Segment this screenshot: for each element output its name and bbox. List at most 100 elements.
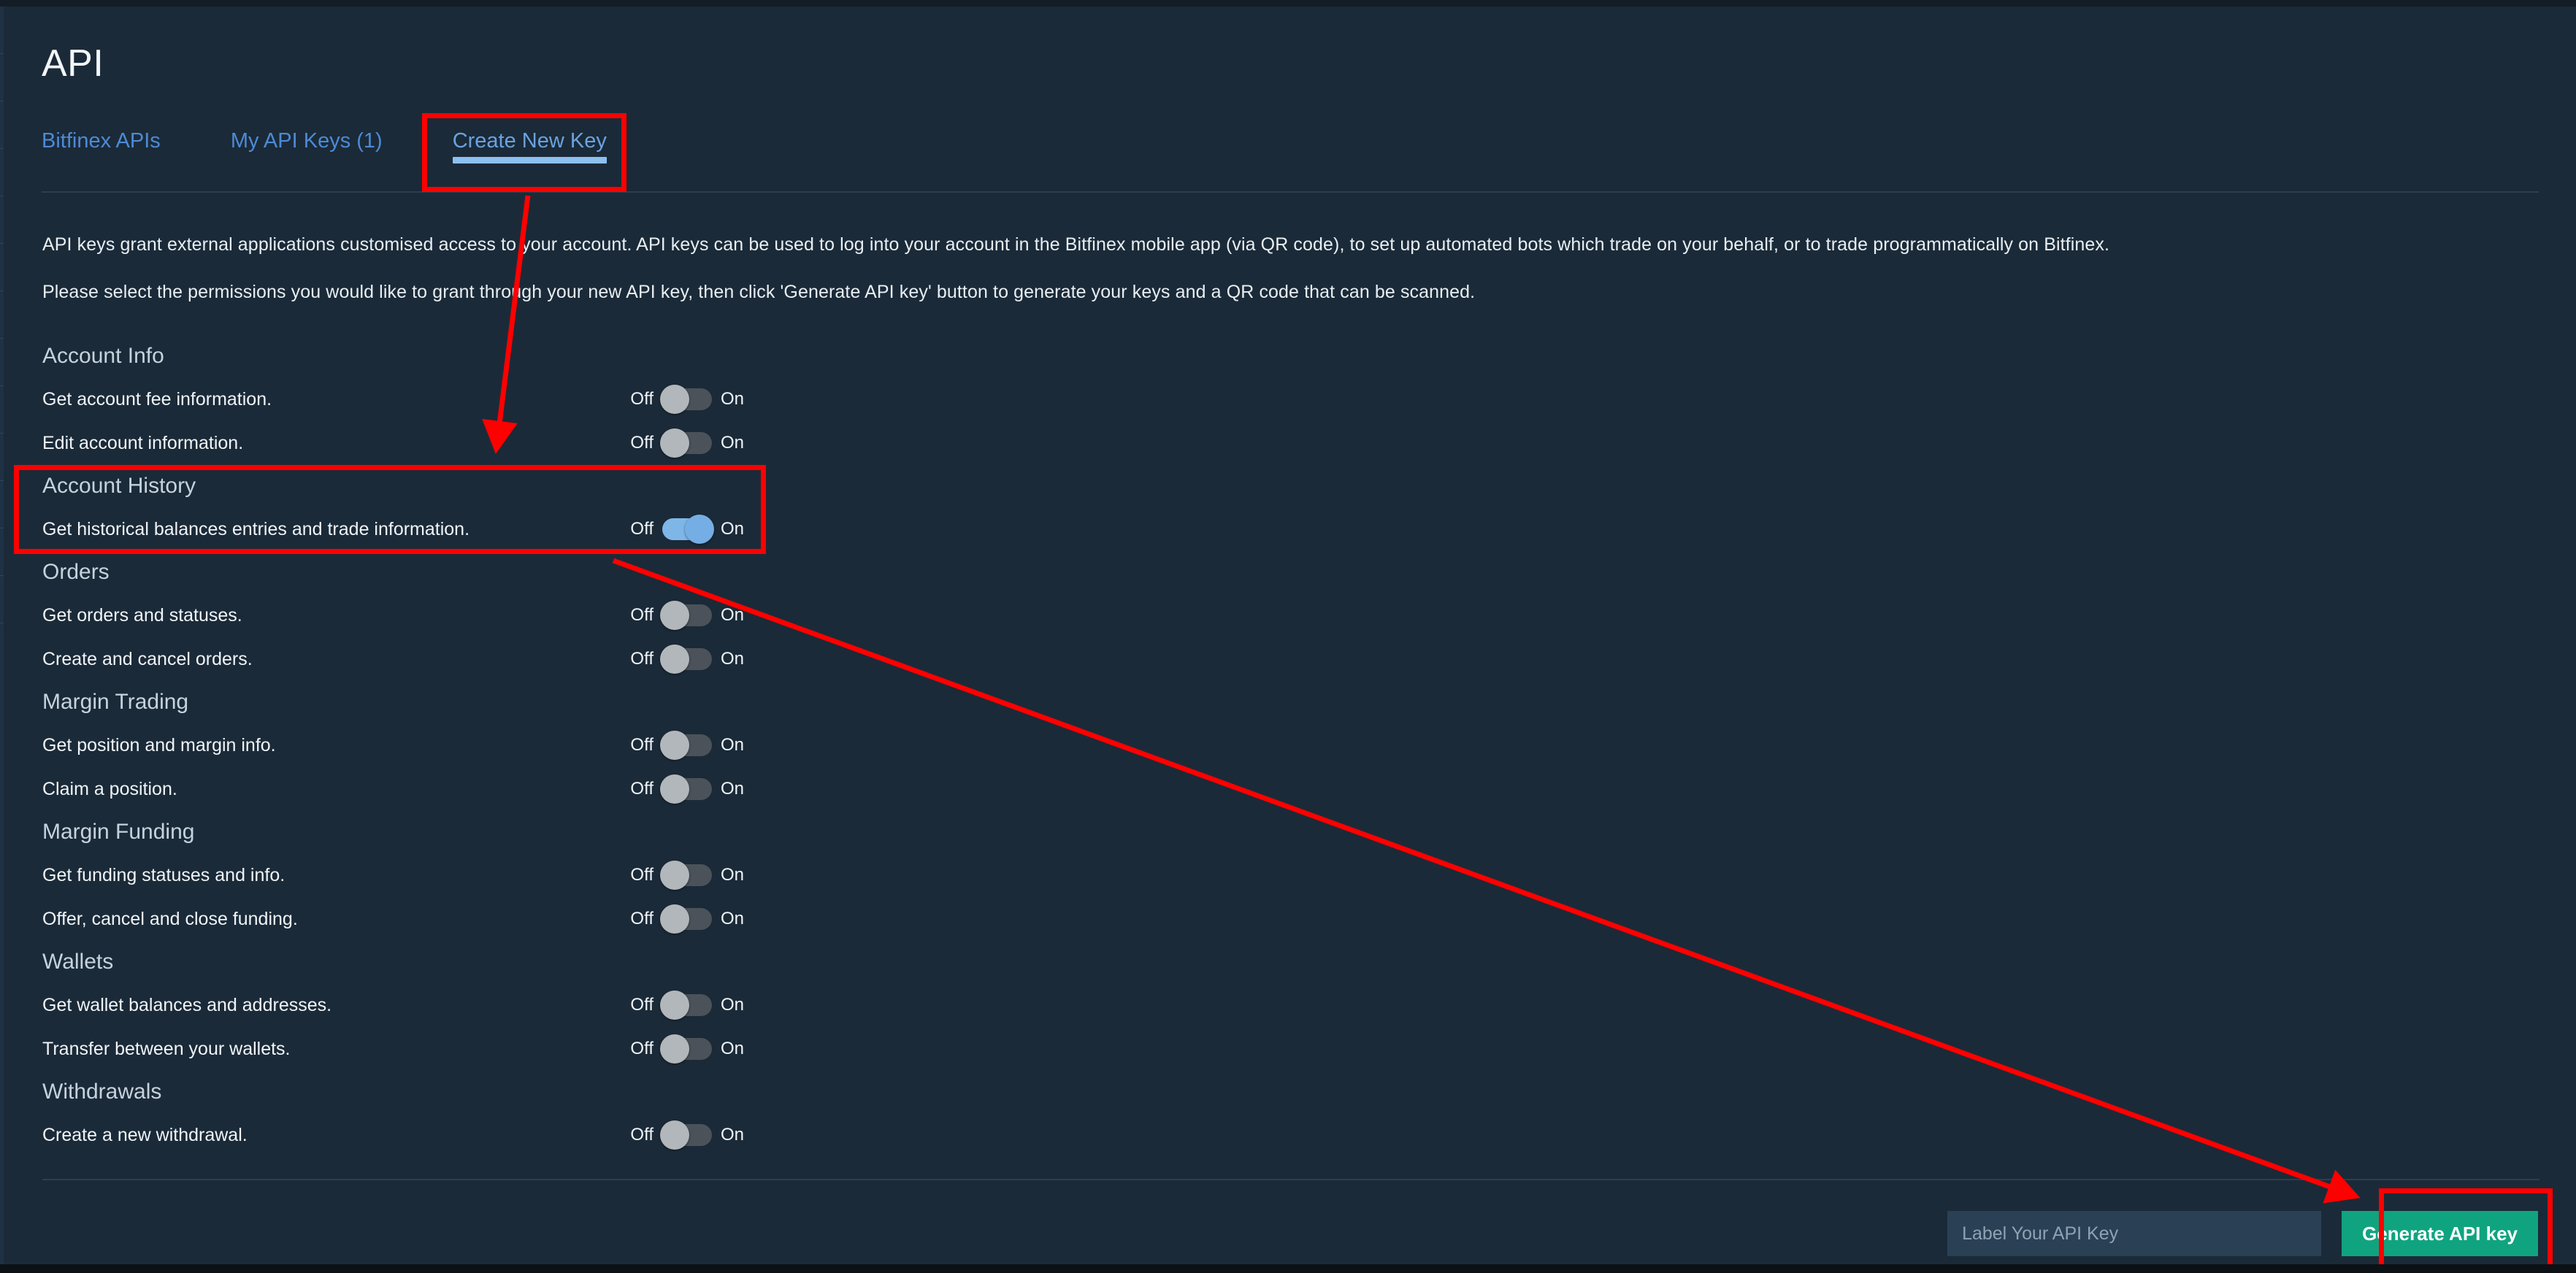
permission-row: Create and cancel orders. Off On (4, 637, 2576, 681)
permission-row: Create a new withdrawal. Off On (4, 1113, 2576, 1157)
toggle-off-label: Off (630, 995, 653, 1015)
active-tab-underline (452, 157, 607, 164)
toggle-on-label: On (721, 735, 745, 755)
toggle-off-label: Off (630, 389, 653, 409)
switch-knob (660, 1034, 689, 1064)
permission-toggle[interactable]: Off On (626, 428, 748, 458)
switch-off[interactable] (660, 645, 712, 674)
permission-row: Claim a position. Off On (4, 767, 2576, 811)
switch-on[interactable] (662, 515, 714, 544)
page-content: API Bitfinex APIs My API Keys (1) Create… (4, 7, 2576, 1264)
api-key-label-input[interactable] (1947, 1211, 2322, 1256)
toggle-off-label: Off (630, 649, 653, 669)
switch-off[interactable] (660, 1120, 712, 1150)
permission-row: Get position and margin info. Off On (4, 723, 2576, 767)
toggle-on-label: On (721, 389, 745, 409)
permission-toggle[interactable]: Off On (626, 774, 748, 804)
permission-row: Edit account information. Off On (4, 421, 2576, 465)
switch-knob (660, 385, 689, 414)
permission-row: Get wallet balances and addresses. Off On (4, 983, 2576, 1027)
switch-knob (685, 515, 714, 544)
permission-label: Get orders and statuses. (42, 604, 242, 626)
switch-off[interactable] (660, 428, 712, 458)
permission-row: Get account fee information. Off On (4, 377, 2576, 421)
permission-section-title: Account History (42, 474, 196, 498)
permission-toggle[interactable]: Off On (626, 991, 748, 1020)
tab-create-new-key[interactable]: Create New Key (452, 129, 607, 169)
permission-section-title: Margin Funding (42, 820, 195, 844)
permission-label: Get wallet balances and addresses. (42, 994, 332, 1015)
switch-off[interactable] (660, 385, 712, 414)
permission-toggle[interactable]: Off On (626, 645, 748, 674)
switch-knob (660, 428, 689, 458)
page-title: API (42, 42, 104, 85)
switch-knob (660, 774, 689, 804)
permission-row: Get orders and statuses. Off On (4, 593, 2576, 637)
switch-off[interactable] (660, 731, 712, 760)
toggle-on-label: On (721, 1125, 745, 1145)
toggle-on-label: On (721, 1039, 745, 1058)
tab-label: Bitfinex APIs (42, 129, 161, 153)
permission-toggle[interactable]: Off On (626, 515, 748, 544)
permission-toggle[interactable]: Off On (626, 731, 748, 760)
intro-paragraph-1: API keys grant external applications cus… (42, 234, 2110, 255)
switch-knob (660, 731, 689, 760)
switch-off[interactable] (660, 904, 712, 934)
switch-off[interactable] (660, 774, 712, 804)
api-settings-page: API Bitfinex APIs My API Keys (1) Create… (0, 0, 2576, 1273)
permission-label: Get funding statuses and info. (42, 864, 285, 885)
toggle-off-label: Off (630, 1039, 653, 1058)
tab-bar-divider (42, 191, 2539, 193)
permission-label: Transfer between your wallets. (42, 1038, 291, 1059)
window-top-chrome (0, 0, 2576, 7)
tab-bitfinex-apis[interactable]: Bitfinex APIs (42, 129, 161, 169)
permission-toggle[interactable]: Off On (626, 601, 748, 630)
permission-label: Offer, cancel and close funding. (42, 908, 298, 929)
permission-toggle[interactable]: Off On (626, 1034, 748, 1064)
permission-toggle[interactable]: Off On (626, 1120, 748, 1150)
toggle-off-label: Off (630, 735, 653, 755)
tab-label: My API Keys (1) (230, 129, 383, 153)
switch-off[interactable] (660, 601, 712, 630)
window-bottom-chrome (0, 1264, 2576, 1273)
toggle-off-label: Off (630, 433, 653, 453)
toggle-on-label: On (721, 909, 745, 928)
permission-label: Get historical balances entries and trad… (42, 518, 470, 539)
switch-knob (660, 645, 689, 674)
permission-section-title: Orders (42, 560, 110, 584)
permission-toggle[interactable]: Off On (626, 861, 748, 890)
toggle-on-label: On (721, 649, 745, 669)
permission-row: Get funding statuses and info. Off On (4, 853, 2576, 897)
permission-row: Offer, cancel and close funding. Off On (4, 897, 2576, 941)
footer-divider (42, 1179, 2539, 1180)
permission-label: Edit account information. (42, 432, 244, 453)
permission-toggle[interactable]: Off On (626, 904, 748, 934)
permissions-list: Account Info Get account fee information.… (4, 335, 2576, 1157)
toggle-on-label: On (721, 605, 745, 625)
toggle-on-label: On (721, 519, 745, 539)
switch-off[interactable] (660, 861, 712, 890)
footer-bar: Generate API key (4, 1211, 2576, 1256)
intro-paragraph-2: Please select the permissions you would … (42, 282, 1476, 302)
switch-off[interactable] (660, 1034, 712, 1064)
generate-api-key-button[interactable]: Generate API key (2342, 1211, 2538, 1256)
permission-section-title: Account Info (42, 344, 164, 368)
toggle-on-label: On (721, 865, 745, 885)
tab-my-api-keys[interactable]: My API Keys (1) (231, 129, 383, 169)
switch-knob (660, 861, 689, 890)
permission-toggle[interactable]: Off On (626, 385, 748, 414)
switch-knob (660, 601, 689, 630)
toggle-off-label: Off (630, 1125, 653, 1145)
toggle-on-label: On (721, 433, 745, 453)
toggle-on-label: On (721, 779, 745, 799)
permission-section-title: Wallets (42, 950, 114, 974)
permission-label: Create and cancel orders. (42, 648, 253, 669)
permission-label: Get account fee information. (42, 388, 272, 409)
permission-section-title: Margin Trading (42, 690, 189, 714)
toggle-off-label: Off (630, 909, 653, 928)
toggle-off-label: Off (630, 605, 653, 625)
switch-off[interactable] (660, 991, 712, 1020)
tab-label: Create New Key (452, 129, 607, 153)
permission-label: Get position and margin info. (42, 734, 276, 755)
permission-section-title: Withdrawals (42, 1080, 162, 1104)
